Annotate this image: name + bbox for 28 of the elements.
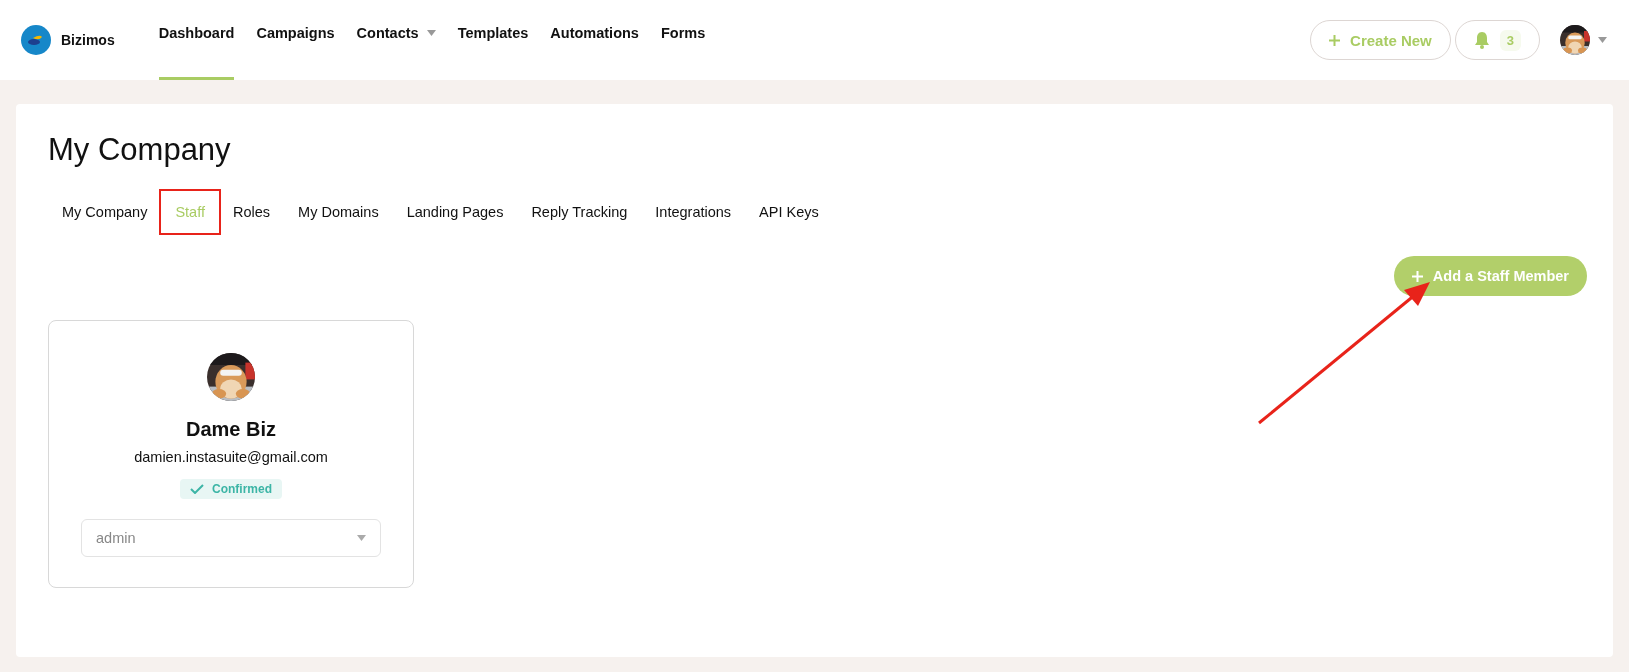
tab[interactable]: Reply Tracking <box>517 196 642 228</box>
nav-link[interactable]: Campaigns <box>256 0 335 80</box>
logo-icon <box>21 25 51 55</box>
nav-link[interactable]: Dashboard <box>158 0 235 80</box>
tab[interactable]: API Keys <box>745 196 833 228</box>
page-title: My Company <box>48 132 232 168</box>
plus-icon <box>1411 270 1423 282</box>
notification-count: 3 <box>1499 29 1521 51</box>
tab[interactable]: My Domains <box>284 196 393 228</box>
status-badge: Confirmed <box>180 479 282 499</box>
plus-icon <box>1329 34 1341 46</box>
caret-icon <box>426 30 436 36</box>
caret-icon <box>357 535 366 541</box>
tab[interactable]: Landing Pages <box>392 196 518 228</box>
brand-name: Bizimos <box>61 32 115 48</box>
tab[interactable]: My Company <box>48 196 162 228</box>
caret-icon[interactable] <box>1598 37 1607 43</box>
nav-link[interactable]: Contacts <box>356 0 436 80</box>
tab[interactable]: Integrations <box>641 196 746 228</box>
bell-icon <box>1473 31 1490 49</box>
staff-email: damien.instasuite@gmail.com <box>134 449 328 465</box>
tab[interactable]: Roles <box>219 196 285 228</box>
nav-link[interactable]: Forms <box>660 0 706 80</box>
nav-link[interactable]: Automations <box>550 0 639 80</box>
nav-link[interactable]: Templates <box>457 0 529 80</box>
role-dropdown[interactable]: admin <box>81 519 381 557</box>
staff-name: Dame Biz <box>186 418 276 441</box>
check-icon <box>190 484 204 494</box>
